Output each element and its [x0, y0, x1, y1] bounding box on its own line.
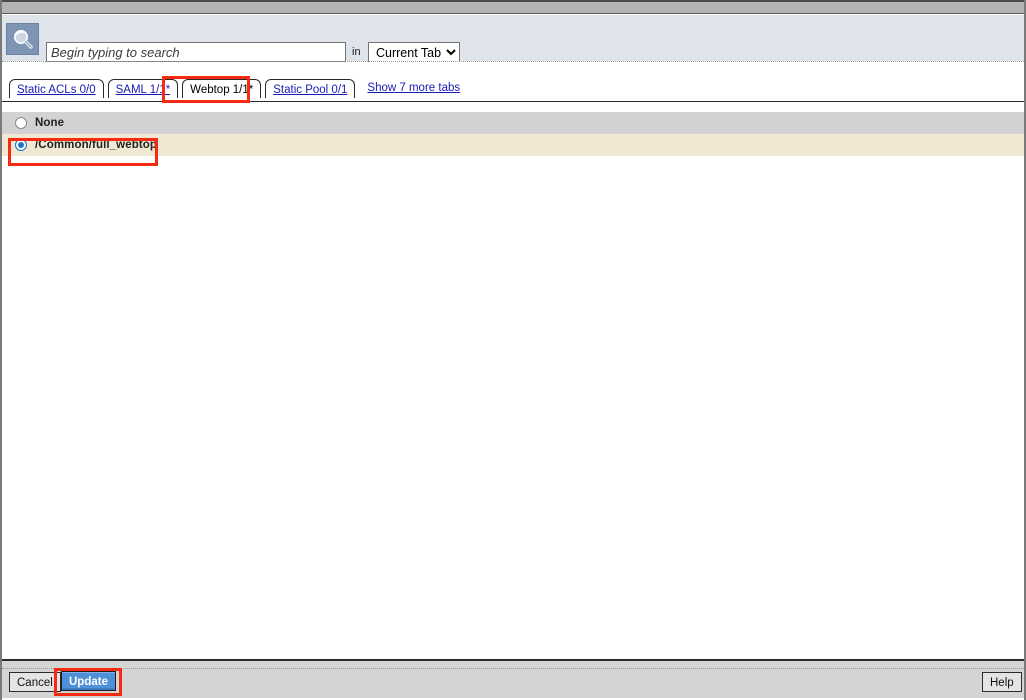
- option-row-none[interactable]: None: [2, 112, 1024, 134]
- radio-full-webtop[interactable]: [15, 139, 27, 151]
- tab-bar: Static ACLs 0/0 SAML 1/1* Webtop 1/1* St…: [2, 62, 1024, 102]
- browser-page: in Current Tab Static ACLs 0/0 SAML 1/1*…: [0, 0, 1026, 700]
- radio-none[interactable]: [15, 117, 27, 129]
- footer-divider: [2, 668, 1024, 669]
- option-row-full-webtop[interactable]: /Common/full_webtop: [2, 134, 1024, 156]
- update-button[interactable]: Update: [61, 671, 116, 691]
- search-input[interactable]: [46, 42, 346, 62]
- search-toolbar: in Current Tab: [2, 15, 1024, 63]
- tab-webtop[interactable]: Webtop 1/1*: [182, 79, 262, 98]
- webtop-option-list: None /Common/full_webtop: [2, 112, 1024, 156]
- tab-static-pool[interactable]: Static Pool 0/1: [265, 79, 356, 98]
- search-scope-label: in: [352, 46, 361, 58]
- help-button[interactable]: Help: [982, 672, 1022, 692]
- tab-bar-underline: [2, 101, 1024, 102]
- option-label-none: None: [35, 117, 65, 129]
- cancel-button[interactable]: Cancel: [9, 672, 61, 692]
- search-scope-select[interactable]: Current Tab: [368, 42, 460, 63]
- content-canvas: [2, 156, 1024, 659]
- search-icon[interactable]: [6, 23, 39, 55]
- option-label-full-webtop: /Common/full_webtop: [35, 139, 158, 151]
- tab-saml[interactable]: SAML 1/1*: [107, 79, 179, 98]
- show-more-tabs-link[interactable]: Show 7 more tabs: [367, 79, 460, 98]
- footer-toolbar: [2, 661, 1024, 698]
- tab-strip: Static ACLs 0/0 SAML 1/1* Webtop 1/1* St…: [9, 79, 460, 98]
- window-title-strip: [2, 0, 1024, 14]
- tab-static-acls[interactable]: Static ACLs 0/0: [9, 79, 104, 98]
